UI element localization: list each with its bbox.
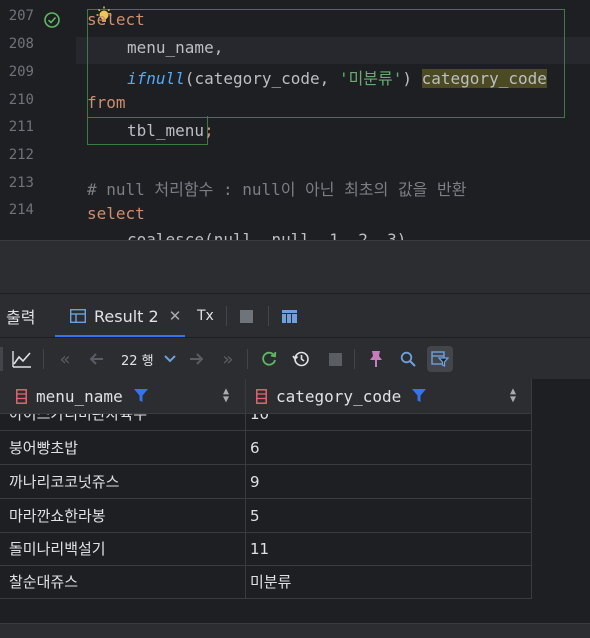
cell-menu-name[interactable]: 찰순대쥬스 [9, 565, 239, 598]
tab-tx[interactable]: Tx [197, 294, 214, 338]
tab-output[interactable]: 출력 [6, 294, 35, 338]
line-number: 208 [8, 36, 34, 52]
table-row[interactable]: 돌미나리백설기 11 [0, 532, 532, 566]
execute-check-icon[interactable] [43, 11, 61, 33]
code-function-ifnull: ifnull [127, 69, 185, 88]
line-number: 210 [8, 92, 34, 108]
line-number: 207 [8, 8, 34, 24]
filter-icon[interactable] [412, 389, 427, 403]
divider [354, 349, 355, 369]
history-icon[interactable] [288, 346, 314, 372]
code-paren-open: ( [184, 69, 195, 88]
filter-icon[interactable] [133, 389, 148, 403]
divider [268, 306, 269, 326]
next-page-icon[interactable] [183, 346, 209, 372]
result-toolbar: « 22 행 » [0, 337, 590, 380]
column-icon [16, 388, 27, 404]
status-strip [0, 623, 590, 638]
chevron-down-icon[interactable] [157, 346, 183, 372]
stop-icon[interactable] [240, 294, 253, 338]
cell-menu-name[interactable]: 마라깐쇼한라봉 [9, 499, 239, 532]
table-row[interactable]: 찰순대쥬스 미분류 [0, 565, 532, 599]
chart-icon[interactable] [9, 346, 35, 372]
table-icon [70, 309, 86, 323]
code-identifier: tbl_menu [127, 121, 205, 140]
line-number: 213 [8, 175, 34, 191]
code-editor[interactable]: 207 208 209 210 211 212 213 214 select m… [0, 0, 590, 240]
sort-icon[interactable]: ▲ ▼ [510, 387, 516, 405]
code-semicolon: ; [204, 121, 214, 140]
tab-result-2[interactable]: Result 2 ✕ [70, 294, 181, 338]
stop-icon[interactable] [322, 346, 348, 372]
line-number: 211 [8, 119, 34, 135]
last-page-icon[interactable]: » [215, 346, 241, 372]
divider [247, 349, 248, 369]
code-keyword-select: select [87, 204, 145, 223]
code-alias: category_code [421, 69, 547, 88]
tool-window-tabs: 출력 Result 2 ✕ Tx [0, 293, 590, 338]
divider [43, 349, 44, 369]
line-number: 214 [8, 202, 34, 218]
cell-menu-name[interactable]: 붕어빵초밥 [9, 431, 239, 464]
cell-category-code[interactable]: 11 [250, 532, 520, 565]
pin-icon[interactable] [363, 346, 389, 372]
code-comment: # null 처리함수 : null이 아닌 최초의 값을 반환 [87, 180, 467, 199]
tab-tx-label: Tx [197, 308, 214, 324]
cell-category-code[interactable]: 5 [250, 499, 520, 532]
code-comma: , [319, 69, 339, 88]
layout-icon[interactable] [282, 294, 297, 338]
grid-header: menu_name ▲ ▼ category_code ▲ ▼ [0, 379, 532, 414]
sort-icon[interactable]: ▲ ▼ [223, 387, 229, 405]
column-header-menu-name[interactable]: menu_name ▲ ▼ [0, 379, 245, 413]
column-header-category-code[interactable]: category_code ▲ ▼ [245, 379, 532, 413]
result-grid[interactable]: menu_name ▲ ▼ category_code ▲ ▼ 아이스가리비관자육수… [0, 379, 590, 638]
line-number: 212 [8, 147, 34, 163]
line-number: 209 [8, 64, 34, 80]
cell-category-code[interactable]: 미분류 [250, 565, 520, 598]
close-icon[interactable]: ✕ [169, 307, 182, 325]
tab-output-label: 출력 [6, 308, 36, 327]
column-header-label: menu_name [36, 386, 123, 406]
row-count-label[interactable]: 22 행 [121, 350, 154, 369]
table-row[interactable]: 붕어빵초밥 6 [0, 431, 532, 465]
code-identifier: category_code [194, 69, 320, 88]
line-gutter: 207 208 209 210 211 212 213 214 [0, 0, 76, 240]
previous-page-icon[interactable] [84, 346, 110, 372]
first-page-icon[interactable]: « [52, 346, 78, 372]
search-icon[interactable] [395, 346, 421, 372]
code-identifier: menu_name, [127, 38, 224, 57]
table-row[interactable]: 마라깐쇼한라봉 5 [0, 499, 532, 533]
cell-menu-name[interactable]: 돌미나리백설기 [9, 532, 239, 565]
table-row[interactable]: 까나리코코넛쥬스 9 [0, 465, 532, 499]
filter-toggle-icon[interactable] [427, 346, 453, 372]
tab-result-label: Result 2 [94, 306, 159, 326]
column-header-label: category_code [276, 386, 402, 406]
divider [226, 306, 227, 326]
refresh-icon[interactable] [256, 346, 282, 372]
code-string: '미분류' [338, 69, 403, 88]
empty-panel [0, 240, 590, 293]
cell-menu-name[interactable]: 까나리코코넛쥬스 [9, 465, 239, 498]
code-partial-line: coalesce(null, null, 1, 2, 3) [127, 230, 407, 240]
code-keyword-select: select [87, 10, 145, 29]
cell-category-code[interactable]: 6 [250, 431, 520, 464]
column-icon [256, 388, 267, 404]
cell-category-code[interactable]: 9 [250, 465, 520, 498]
code-paren-close: ) [402, 69, 422, 88]
code-keyword-from: from [87, 93, 126, 112]
